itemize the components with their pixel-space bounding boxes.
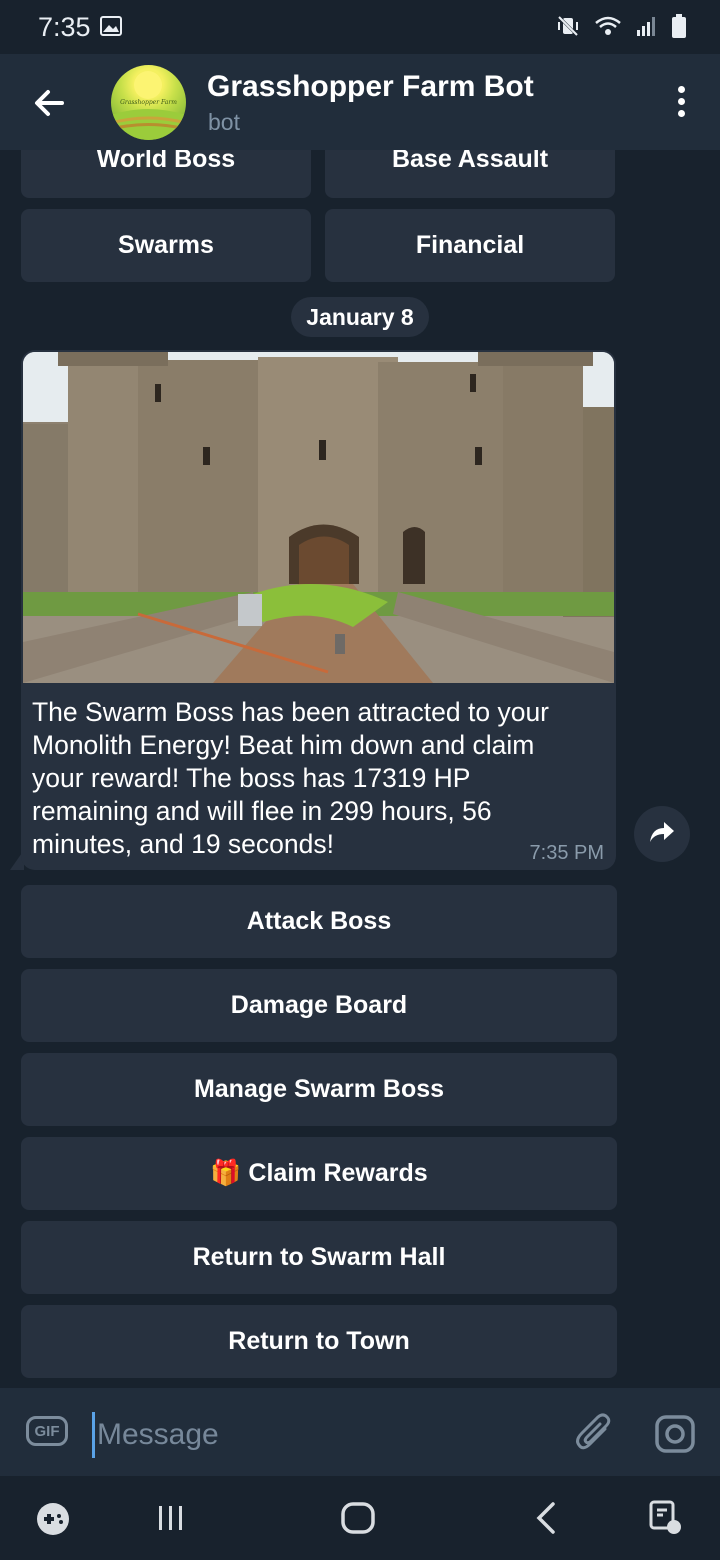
chat-subtitle: bot	[208, 109, 240, 135]
message-composer: GIF	[0, 1388, 720, 1476]
recent-apps-icon[interactable]	[157, 1504, 185, 1537]
chat-title[interactable]: Grasshopper Farm Bot	[207, 70, 534, 104]
mute-vibrate-icon	[556, 14, 580, 43]
date-separator: January 8	[291, 297, 429, 337]
system-nav-bar	[0, 1476, 720, 1560]
gif-icon[interactable]: GIF	[26, 1416, 68, 1446]
back-arrow-icon[interactable]	[30, 84, 68, 122]
base-assault-button[interactable]: Base Assault	[325, 150, 615, 198]
chat-header: Grasshopper Farm Grasshopper Farm Bot bo…	[0, 54, 720, 150]
message-bubble[interactable]: The Swarm Boss has been attracted to you…	[21, 350, 616, 870]
status-time: 7:35	[38, 12, 91, 42]
return-to-swarm-hall-button[interactable]: Return to Swarm Hall	[21, 1221, 617, 1294]
manage-swarm-boss-button[interactable]: Manage Swarm Boss	[21, 1053, 617, 1126]
world-boss-button[interactable]: World Boss	[21, 150, 311, 198]
chat-area[interactable]: World Boss Base Assault Swarms Financial…	[0, 150, 720, 1388]
damage-board-button[interactable]: Damage Board	[21, 969, 617, 1042]
gallery-icon	[100, 16, 122, 41]
status-bar: 7:35	[0, 0, 720, 54]
battery-icon	[672, 14, 686, 43]
share-button[interactable]	[634, 806, 690, 862]
message-text: The Swarm Boss has been attracted to you…	[32, 697, 550, 859]
attack-boss-button[interactable]: Attack Boss	[21, 885, 617, 958]
avatar-logo-text: Grasshopper Farm	[120, 99, 177, 106]
bot-avatar[interactable]: Grasshopper Farm	[111, 65, 186, 140]
claim-rewards-button[interactable]: 🎁 Claim Rewards	[21, 1137, 617, 1210]
message-timestamp: 7:35 PM	[529, 842, 604, 864]
castle-photo[interactable]	[23, 352, 614, 683]
share-arrow-icon	[648, 820, 676, 849]
return-to-town-button[interactable]: Return to Town	[21, 1305, 617, 1378]
camera-icon[interactable]	[655, 1415, 695, 1458]
message-input[interactable]	[92, 1412, 549, 1458]
more-options-icon[interactable]	[678, 86, 686, 118]
signal-icon	[636, 15, 658, 42]
financial-button[interactable]: Financial	[325, 209, 615, 282]
accessibility-icon[interactable]	[649, 1500, 683, 1541]
status-icons	[556, 14, 686, 43]
game-launcher-icon[interactable]	[36, 1502, 70, 1541]
paperclip-icon[interactable]	[575, 1413, 613, 1458]
swarms-button[interactable]: Swarms	[21, 209, 311, 282]
back-nav-icon[interactable]	[535, 1502, 557, 1539]
wifi-icon	[594, 15, 622, 42]
home-icon[interactable]	[341, 1502, 375, 1539]
